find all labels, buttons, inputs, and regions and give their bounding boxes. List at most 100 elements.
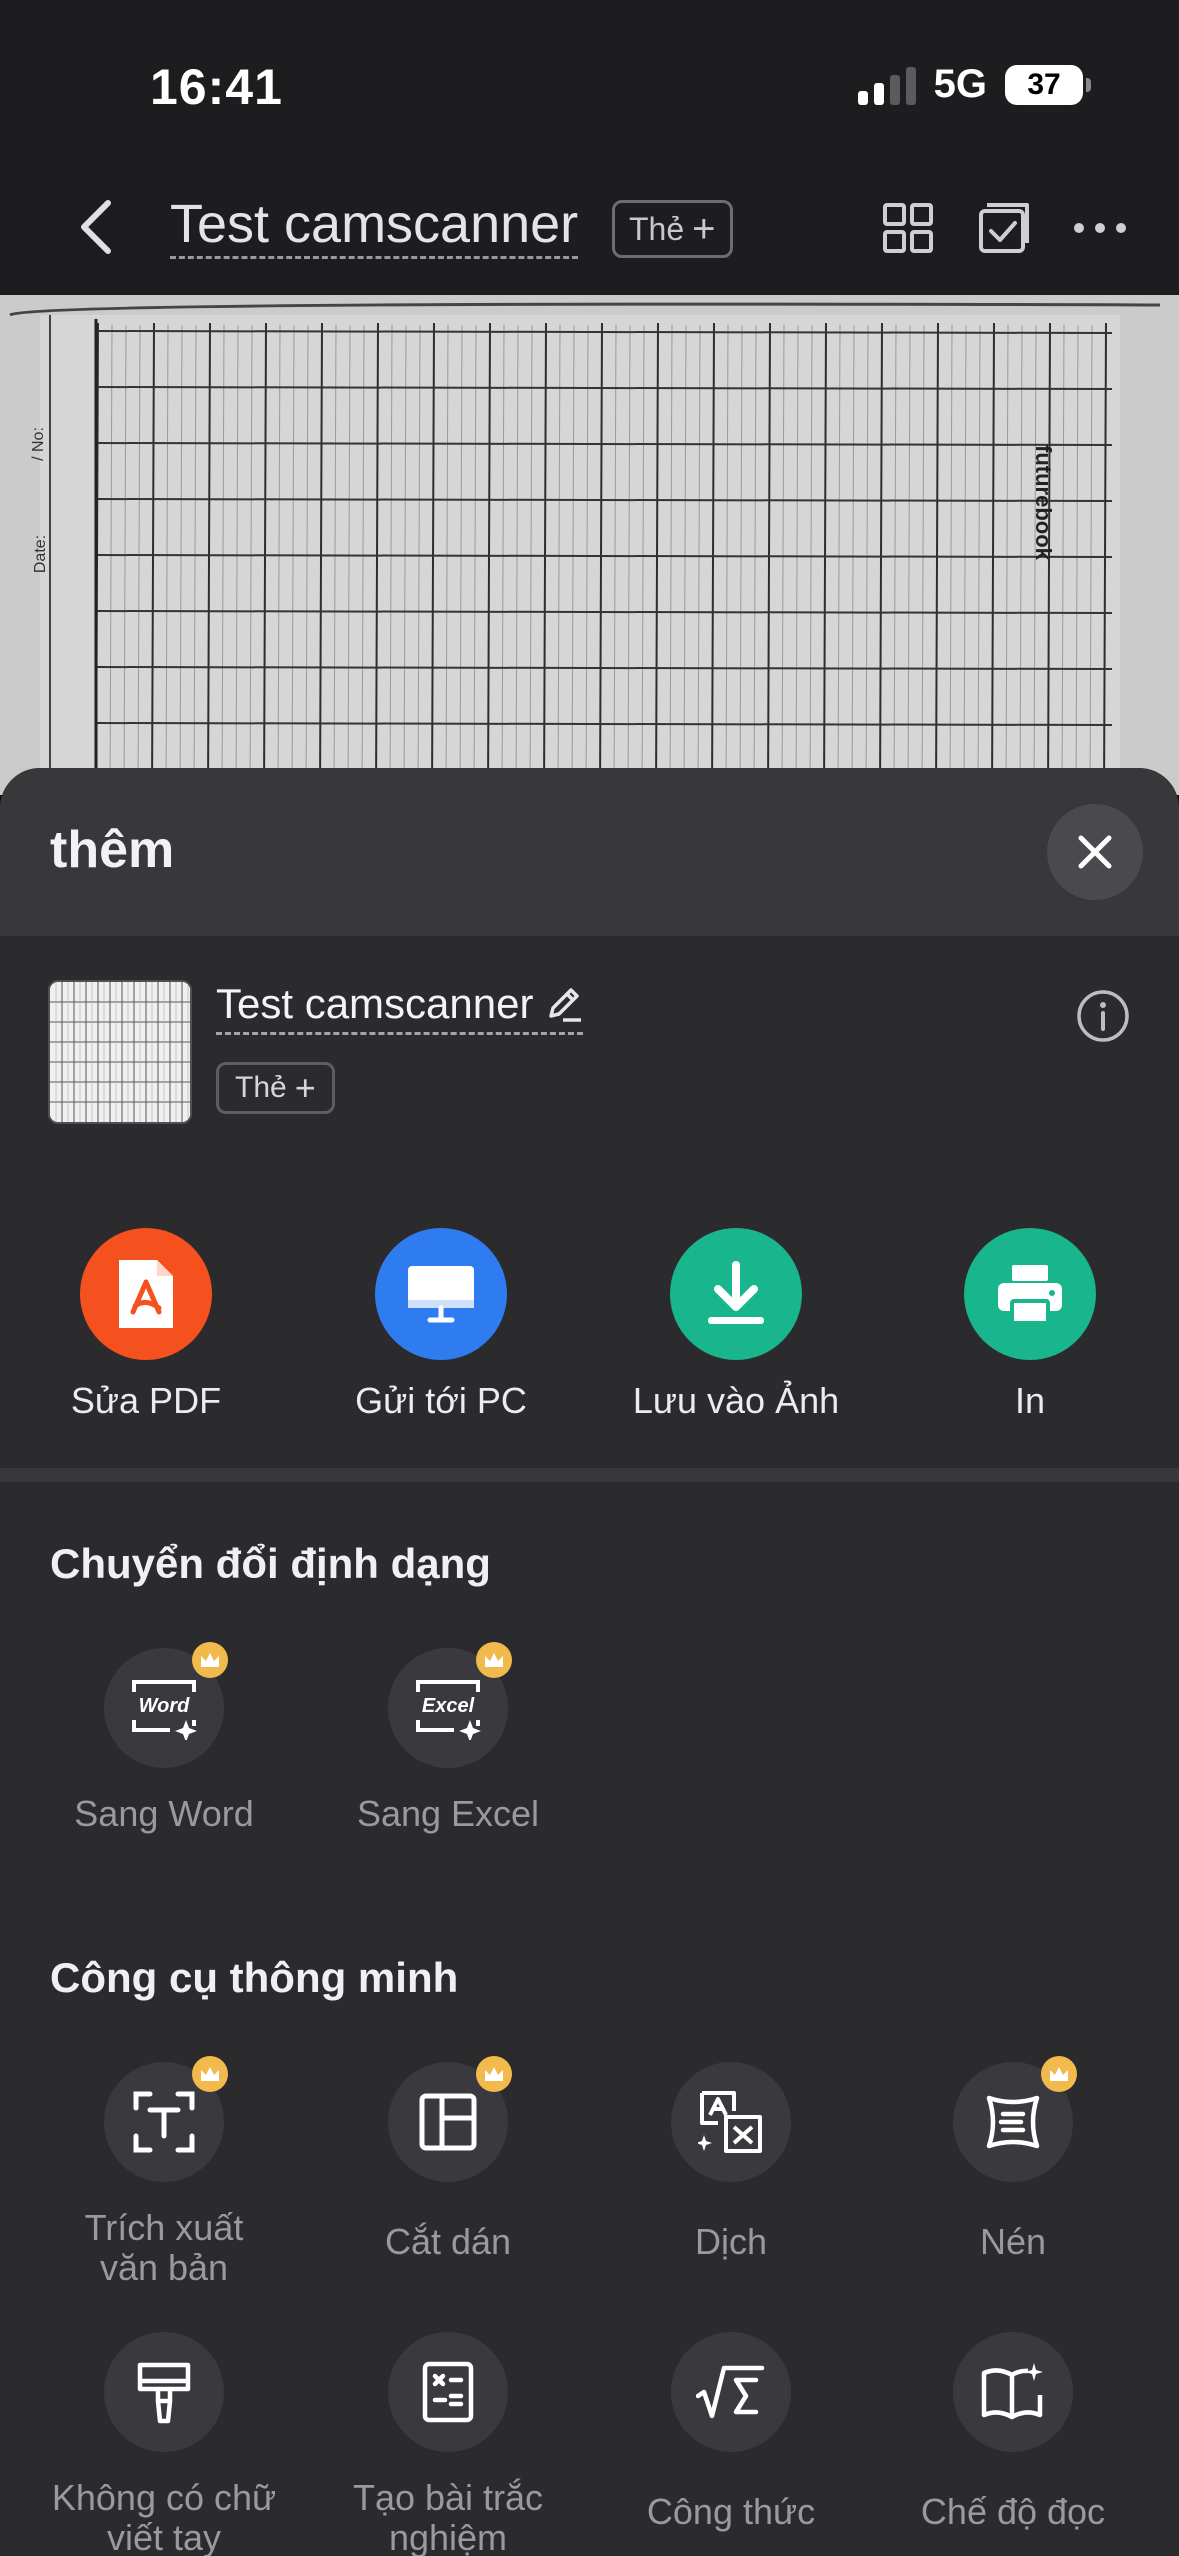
printer-icon [998,1265,1062,1325]
grid-view-button[interactable] [876,196,940,260]
tool-label: Sang Word [74,1793,254,1834]
svg-text:Word: Word [139,1695,191,1717]
formula-tool[interactable]: Công thức [601,2332,861,2532]
premium-crown-icon [1041,2056,1077,2092]
info-button[interactable] [1075,988,1131,1044]
quick-action-label: Sửa PDF [70,1380,222,1421]
battery-level: 37 [1027,67,1061,101]
more-button[interactable] [1068,196,1132,260]
download-icon [708,1261,764,1324]
quick-actions: Sửa PDF Gửi tới PC Lưu vào Ảnh In [0,1228,1179,1468]
remove-handwriting-tool[interactable]: Không có chữ viết tay [34,2332,294,2556]
premium-crown-icon [476,2056,512,2092]
tool-label: Không có chữ viết tay [51,2477,277,2556]
save-to-photos-action[interactable]: Lưu vào Ảnh [626,1228,846,1422]
network-type: 5G [933,62,987,106]
premium-crown-icon [192,1642,228,1678]
grid-icon [883,203,933,253]
convert-section-title: Chuyển đổi định dạng [50,1540,491,1587]
document-preview[interactable]: / No: Date: futurebook [0,295,1179,795]
compress-tool[interactable]: Nén [883,2056,1143,2262]
close-button[interactable] [1047,804,1143,900]
calculator-icon [422,2361,474,2423]
word-convert-icon: Word [132,1680,197,1740]
formula-icon [696,2365,765,2419]
file-add-tag-button[interactable]: Thẻ + [216,1062,335,1114]
scanned-page [0,295,1179,795]
checkbox-icon [979,203,1029,253]
select-button[interactable] [972,196,1036,260]
reading-mode-tool[interactable]: Chế độ đọc [883,2332,1143,2532]
file-info-row: Test camscanner Thẻ + [0,968,1179,1128]
tool-circle: Excel [388,1642,512,1768]
excel-convert-icon: Excel [416,1680,481,1740]
status-indicators: 5G 37 [857,62,1091,107]
document-title[interactable]: Test camscanner [170,192,579,259]
extract-text-tool[interactable]: Trích xuất văn bản [34,2056,294,2288]
back-button[interactable] [66,192,126,262]
monitor-icon [408,1266,474,1323]
file-name[interactable]: Test camscanner [216,976,584,1035]
to-word-tool[interactable]: Word Sang Word [34,1642,294,1834]
compress-icon [986,2095,1040,2149]
create-quiz-tool[interactable]: Tạo bài trắc nghiệm [318,2332,578,2556]
sheet-header: thêm [0,768,1179,936]
print-action[interactable]: In [920,1228,1140,1422]
file-name-text: Test camscanner [216,980,534,1027]
tool-label: Tạo bài trắc nghiệm [352,2477,544,2556]
cut-paste-tool[interactable]: Cắt dán [318,2056,578,2262]
margin-label-date: Date: [32,534,50,574]
add-tag-button[interactable]: Thẻ + [612,200,733,258]
tool-label: Chế độ đọc [920,2491,1106,2532]
tool-label: Dịch [694,2221,768,2262]
plus-icon: + [294,1067,316,1108]
tool-circle [953,2332,1073,2452]
section-divider [0,1468,1179,1482]
tool-label: Trích xuất văn bản [84,2207,244,2288]
thumbnail-grid [50,982,190,1122]
quick-action-circle [670,1228,802,1360]
tool-circle [388,2332,508,2452]
quick-action-circle [964,1228,1096,1360]
margin-label-no: / No: [29,427,47,461]
translate-tool[interactable]: Dịch [601,2062,861,2262]
tool-label: Nén [979,2221,1047,2262]
quick-action-label: Lưu vào Ảnh [632,1380,840,1421]
tool-circle [104,2332,224,2452]
tool-label: Công thức [646,2491,816,2532]
more-icon [1074,223,1126,233]
quick-action-circle [375,1228,507,1360]
brand-label: futurebook [1031,445,1056,560]
tool-circle [104,2056,228,2182]
book-icon [981,2363,1043,2420]
document-thumbnail[interactable] [48,980,192,1124]
layout-icon [419,2093,477,2151]
tool-label: Sang Excel [356,1793,540,1834]
quick-action-circle [80,1228,212,1360]
tool-circle [953,2056,1077,2182]
info-icon [1077,990,1129,1042]
tool-circle [388,2056,512,2182]
close-icon [1078,835,1112,869]
more-sheet: thêm Test camscanner Thẻ + Sửa PDF Gửi t… [0,768,1179,2556]
send-to-pc-action[interactable]: Gửi tới PC [331,1228,551,1422]
tool-label: Cắt dán [384,2221,512,2262]
to-excel-tool[interactable]: Excel Sang Excel [318,1642,578,1834]
premium-crown-icon [192,2056,228,2092]
tool-circle: Word [104,1642,228,1768]
signal-icon [857,65,916,105]
tool-circle [671,2332,791,2452]
pdf-icon [119,1260,173,1328]
plus-icon: + [692,206,716,251]
battery-icon: 37 [1005,64,1091,105]
pencil-icon [549,988,582,1022]
edit-pdf-action[interactable]: Sửa PDF [36,1228,256,1422]
chevron-left-icon [81,200,111,254]
premium-crown-icon [476,1642,512,1678]
smart-tools-section-title: Công cụ thông minh [50,1954,459,2001]
tag-label: Thẻ [629,210,685,247]
tool-circle [671,2062,791,2182]
text-scan-icon [133,2091,195,2153]
sheet-title: thêm [50,821,175,879]
svg-text:Excel: Excel [422,1695,475,1717]
